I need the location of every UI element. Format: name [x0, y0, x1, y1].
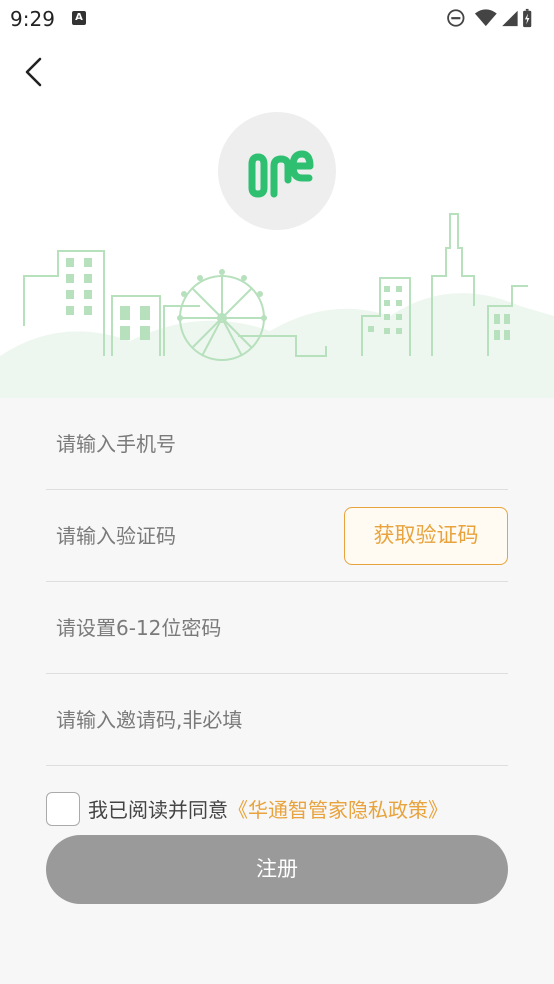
code-row: 获取验证码: [46, 490, 508, 582]
status-icons: [447, 8, 532, 28]
agreement-row: 我已阅读并同意《华通智管家隐私政策》: [46, 790, 516, 826]
status-bar: 9:29 A: [0, 0, 554, 36]
phone-row: [46, 398, 508, 490]
one-logo-icon: [248, 150, 314, 198]
invite-code-input[interactable]: [56, 698, 336, 742]
verification-code-input[interactable]: [56, 514, 336, 558]
chevron-left-icon: [25, 57, 42, 87]
header-banner: [0, 36, 554, 398]
phone-input[interactable]: [56, 422, 336, 466]
agreement-text: 我已阅读并同意《华通智管家隐私政策》: [88, 794, 448, 823]
status-time: 9:29: [10, 7, 55, 31]
city-skyline-illustration: [0, 213, 554, 398]
do-not-disturb-icon: [447, 9, 465, 27]
app-logo: [218, 112, 336, 230]
register-form: 获取验证码 我已阅读并同意《华通智管家隐私政策》 注册: [0, 398, 554, 984]
password-row: [46, 582, 508, 674]
signal-icon: [502, 10, 518, 27]
get-code-button[interactable]: 获取验证码: [344, 507, 508, 565]
agreement-checkbox[interactable]: [46, 792, 80, 826]
back-button[interactable]: [14, 50, 54, 94]
register-button[interactable]: 注册: [46, 835, 508, 904]
privacy-policy-link[interactable]: 《华通智管家隐私政策》: [228, 798, 448, 822]
invite-row: [46, 674, 508, 766]
wifi-icon: [474, 9, 497, 27]
password-input[interactable]: [56, 606, 336, 650]
notification-a-icon: A: [72, 11, 86, 25]
agreement-prefix: 我已阅读并同意: [88, 798, 228, 822]
battery-icon: [523, 8, 532, 28]
